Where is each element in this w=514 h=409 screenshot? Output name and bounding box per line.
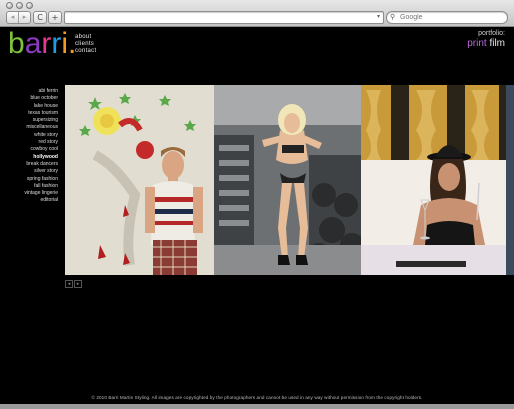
gallery-link[interactable]: abi ferrin	[24, 88, 58, 95]
search-box[interactable]: ⚲	[386, 11, 508, 24]
logo-letter: b	[8, 27, 25, 60]
nav-link-contact[interactable]: contact	[75, 48, 96, 55]
previous-button[interactable]: ◂	[65, 280, 73, 288]
portfolio-selector: portfolio: print film	[467, 30, 505, 50]
gallery-link[interactable]: texas tourism	[24, 110, 58, 117]
gallery-pager: ◂ ▸	[65, 280, 82, 288]
browser-toolbar: ◂ ▸ C + ▾ ⚲	[0, 0, 514, 27]
window-bottom-bar	[0, 404, 514, 409]
gallery-link[interactable]: lake house	[24, 103, 58, 110]
photo-gallery[interactable]	[65, 85, 514, 275]
gallery-photo[interactable]	[361, 85, 514, 275]
portfolio-print-link[interactable]: print	[467, 38, 486, 49]
gallery-link[interactable]: spring fashion	[24, 176, 58, 183]
gallery-photo[interactable]	[214, 85, 361, 275]
gallery-link[interactable]: miscellaneous	[24, 124, 58, 131]
logo-letter: r	[41, 27, 52, 60]
gallery-link[interactable]: silver story	[24, 168, 58, 175]
reload-button[interactable]: C	[33, 11, 47, 24]
top-nav: about clients contact	[75, 34, 96, 55]
logo-letter: r	[51, 27, 62, 60]
nav-link-about[interactable]: about	[75, 34, 96, 41]
back-button[interactable]: ◂	[7, 12, 18, 23]
address-dropdown-icon[interactable]: ▾	[377, 12, 380, 23]
gallery-link[interactable]: fall fashion	[24, 183, 58, 190]
close-window-button[interactable]	[6, 2, 13, 9]
nav-link-clients[interactable]: clients	[75, 41, 96, 48]
gallery-link[interactable]: vintage lingerie	[24, 190, 58, 197]
add-bookmark-button[interactable]: +	[48, 11, 62, 24]
gallery-link[interactable]: white story	[24, 132, 58, 139]
address-bar[interactable]: ▾	[64, 11, 384, 24]
gallery-link-active[interactable]: hollywood	[24, 154, 58, 161]
search-icon: ⚲	[390, 14, 396, 21]
gallery-link[interactable]: cowboy cool	[24, 146, 58, 153]
forward-button[interactable]: ▸	[18, 12, 30, 23]
minimize-window-button[interactable]	[16, 2, 23, 9]
portfolio-film-link[interactable]: film	[489, 38, 505, 49]
zoom-window-button[interactable]	[26, 2, 33, 9]
next-button[interactable]: ▸	[74, 280, 82, 288]
gallery-link[interactable]: editorial	[24, 197, 58, 204]
logo-letter: a	[24, 27, 42, 60]
portfolio-label: portfolio:	[478, 30, 505, 37]
gallery-link[interactable]: break dancers	[24, 161, 58, 168]
gallery-link[interactable]: blue october	[24, 95, 58, 102]
window-controls	[6, 2, 33, 9]
search-input[interactable]	[400, 12, 500, 23]
copyright-footer: © 2010 Barri Martin Styling. All images …	[91, 395, 423, 400]
gallery-link[interactable]: red story	[24, 139, 58, 146]
gallery-nav: abi ferrin blue october lake house texas…	[24, 88, 58, 205]
site-logo[interactable]: barri.	[8, 27, 76, 61]
back-forward-control: ◂ ▸	[6, 11, 31, 24]
gallery-link[interactable]: supersizing	[24, 117, 58, 124]
gallery-photo[interactable]	[65, 85, 214, 275]
